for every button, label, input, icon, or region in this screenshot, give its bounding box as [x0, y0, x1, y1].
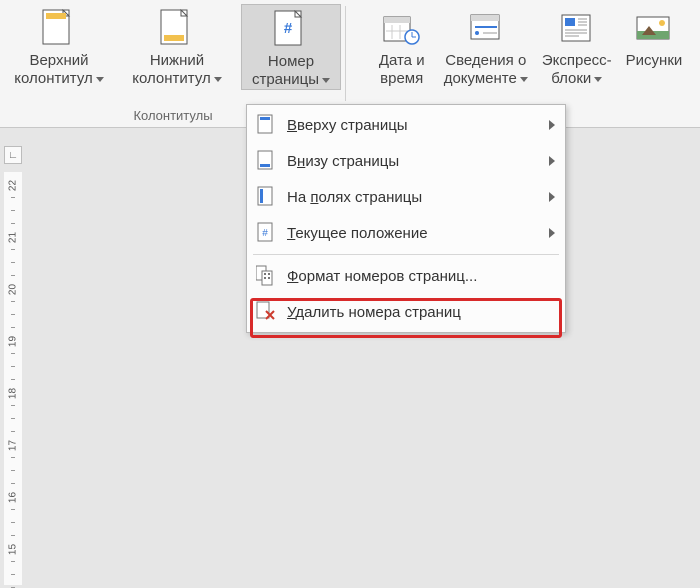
page-number-icon: # — [274, 7, 308, 53]
submenu-arrow-icon — [549, 120, 555, 130]
current-position-icon: # — [253, 222, 279, 244]
ruler-tick: 21 — [8, 229, 19, 247]
submenu-arrow-icon — [549, 156, 555, 166]
footer-label-2: колонтитул — [132, 70, 211, 87]
footer-label-1: Нижний — [150, 52, 204, 70]
footer-icon — [160, 6, 194, 52]
format-page-numbers-icon — [253, 265, 279, 287]
quick-parts-icon — [559, 6, 595, 52]
page-number-button[interactable]: # Номер страницы — [241, 4, 341, 90]
date-time-icon — [382, 6, 422, 52]
ruler-tick: 20 — [8, 281, 19, 299]
document-info-label-2: документе — [444, 70, 517, 87]
ruler-tick: 22 — [8, 177, 19, 195]
page-bottom-icon — [253, 150, 279, 172]
document-info-button[interactable]: Сведения о документе — [442, 4, 530, 88]
chevron-down-icon — [322, 78, 330, 83]
group-label-headers-footers: Колонтитулы — [133, 108, 212, 123]
ruler-tick: 17 — [8, 437, 19, 455]
ruler-tick: 19 — [8, 333, 19, 351]
header-icon — [42, 6, 76, 52]
document-info-icon — [467, 6, 505, 52]
chevron-down-icon — [594, 77, 602, 82]
submenu-arrow-icon — [549, 192, 555, 202]
menu-top-of-page[interactable]: Вверху страницы — [247, 107, 565, 143]
header-label-2: колонтитул — [14, 70, 93, 87]
pictures-icon — [634, 6, 674, 52]
quick-parts-label-2: блоки — [551, 70, 591, 87]
ruler-tick: 18 — [8, 385, 19, 403]
svg-text:#: # — [262, 228, 268, 239]
submenu-arrow-icon — [549, 228, 555, 238]
menu-remove-page-numbers[interactable]: Удалить номера страниц — [247, 294, 565, 330]
quick-parts-button[interactable]: Экспресс- блоки — [540, 4, 614, 88]
page-margins-icon — [253, 186, 279, 208]
page-number-label-2: страницы — [252, 71, 319, 88]
ruler-tick: 15 — [8, 541, 19, 559]
footer-button[interactable]: Нижний колонтитул — [123, 4, 231, 90]
chevron-down-icon — [214, 77, 222, 82]
date-time-label-2: время — [380, 70, 423, 88]
remove-page-numbers-icon — [253, 301, 279, 323]
pictures-label-1: Рисунки — [626, 52, 683, 70]
page-top-icon — [253, 114, 279, 136]
document-info-label-1: Сведения о — [445, 52, 526, 70]
menu-bottom-of-page[interactable]: Внизу страницы — [247, 143, 565, 179]
page-number-dropdown: Вверху страницы Внизу страницы На полях … — [246, 104, 566, 333]
chevron-down-icon — [96, 77, 104, 82]
ruler-tick: 16 — [8, 489, 19, 507]
chevron-down-icon — [520, 77, 528, 82]
vertical-ruler[interactable]: 22 21 20 19 18 17 16 15 — [4, 172, 22, 585]
menu-current-position[interactable]: # Текущее положение — [247, 215, 565, 251]
pictures-button[interactable]: Рисунки — [624, 4, 685, 88]
svg-text:#: # — [284, 20, 293, 37]
quick-parts-label-1: Экспресс- — [542, 52, 612, 70]
date-time-button[interactable]: Дата и время — [372, 4, 432, 88]
menu-format-page-numbers[interactable]: Формат номеров страниц... — [247, 258, 565, 294]
header-button[interactable]: Верхний колонтитул — [5, 4, 113, 90]
page-number-label-1: Номер — [268, 53, 314, 71]
header-label-1: Верхний — [29, 52, 88, 70]
menu-page-margins[interactable]: На полях страницы — [247, 179, 565, 215]
menu-separator — [253, 254, 559, 255]
date-time-label-1: Дата и — [379, 52, 425, 70]
ruler-corner: ∟ — [4, 146, 22, 164]
